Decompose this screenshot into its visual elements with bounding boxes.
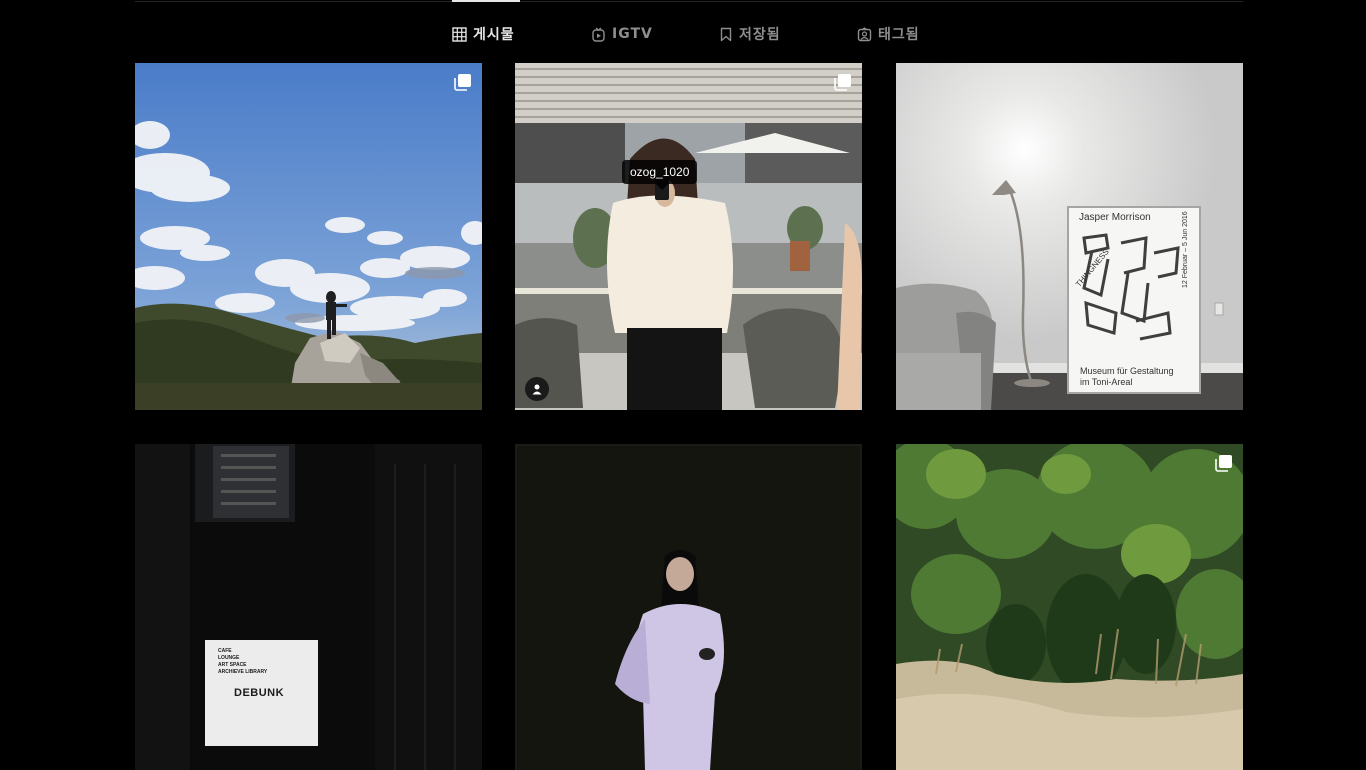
- profile-divider: [135, 1, 1243, 2]
- sign-line-cafe: CAFE: [218, 648, 232, 654]
- multiple-photos-icon: [834, 74, 851, 91]
- bookmark-icon: [720, 27, 732, 41]
- post-tile-night-portrait[interactable]: [515, 444, 862, 770]
- poster-dates: 12 Februar – 5 Jun 2016: [1182, 211, 1189, 288]
- tab-tagged[interactable]: 태그됨: [857, 22, 920, 46]
- poster-venue-line1: Museum für Gestaltung: [1080, 366, 1174, 376]
- tagged-icon: [857, 26, 872, 41]
- active-tab-indicator: [452, 0, 520, 2]
- sign-line-library: ARCHIEVE LIBRARY: [218, 669, 268, 675]
- tab-saved-label: 저장됨: [739, 27, 781, 43]
- tagged-user-label[interactable]: ozog_1020: [622, 160, 698, 190]
- tab-saved[interactable]: 저장됨: [719, 22, 781, 46]
- post-tile-mirror-selfie[interactable]: ozog_1020: [515, 63, 862, 410]
- tab-igtv-label: IGTV: [612, 26, 653, 42]
- tagged-user-icon[interactable]: [525, 377, 549, 401]
- tab-posts-label: 게시물: [473, 27, 515, 43]
- grid-icon: [452, 26, 467, 42]
- tab-tagged-label: 태그됨: [878, 27, 920, 43]
- post-image-lamp-poster: [896, 63, 1243, 410]
- post-image-sky-rocks: [135, 63, 482, 410]
- post-tile-sky-rocks[interactable]: [135, 63, 482, 410]
- sign-brand: DEBUNK: [234, 687, 285, 699]
- post-image-debunk-sign: [135, 444, 482, 770]
- sign-line-lounge: LOUNGE: [218, 655, 240, 661]
- post-tile-debunk-sign[interactable]: CAFE LOUNGE ART SPACE ARCHIEVE LIBRARY D…: [135, 444, 482, 770]
- post-image-forest-cliff: [896, 444, 1243, 770]
- igtv-icon: [592, 27, 605, 42]
- tab-posts[interactable]: 게시물: [452, 22, 515, 46]
- post-image-mirror-selfie: [515, 63, 862, 410]
- multiple-photos-icon: [1215, 455, 1232, 472]
- poster-venue-line2: im Toni-Areal: [1080, 377, 1133, 387]
- poster-author: Jasper Morrison: [1079, 212, 1151, 223]
- post-image-night-portrait: [515, 444, 862, 770]
- post-tile-lamp-poster[interactable]: Jasper Morrison THINGNESS 12 Februar – 5…: [896, 63, 1243, 410]
- multiple-photos-icon: [454, 74, 471, 91]
- post-tile-forest-cliff[interactable]: [896, 444, 1243, 770]
- sign-line-art-space: ART SPACE: [218, 662, 247, 668]
- tab-igtv[interactable]: IGTV: [591, 22, 653, 46]
